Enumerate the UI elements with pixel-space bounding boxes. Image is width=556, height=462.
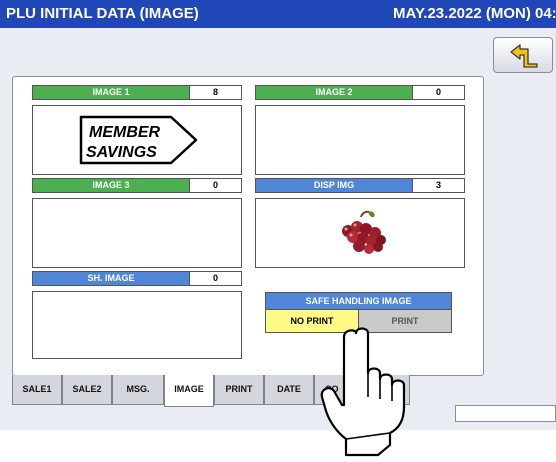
screen: PLU INITIAL DATA (IMAGE) MAY.23.2022 (MO…	[0, 0, 556, 430]
sh-image-preview[interactable]	[32, 291, 242, 359]
image1-text-line1: MEMBER	[89, 124, 161, 141]
safe-handling-title: SAFE HANDLING IMAGE	[266, 293, 451, 310]
tab-print[interactable]: PRINT	[214, 375, 264, 405]
back-button[interactable]	[493, 37, 553, 73]
grapes-image	[342, 210, 386, 254]
sh-image-label: SH. IMAGE	[33, 272, 189, 285]
sh-image-value[interactable]: 0	[189, 272, 241, 285]
datetime: MAY.23.2022 (MON) 04:07	[393, 5, 556, 22]
bottom-input-field[interactable]	[455, 405, 556, 422]
image3-label: IMAGE 3	[33, 179, 189, 192]
image3-header[interactable]: IMAGE 3 0	[32, 178, 242, 193]
image1-preview[interactable]: MEMBER SAVINGS	[32, 105, 242, 175]
image2-header[interactable]: IMAGE 2 0	[255, 85, 465, 100]
tab-msg[interactable]: MSG.	[112, 375, 164, 405]
tab-sale1[interactable]: SALE1	[12, 375, 62, 405]
back-arrow-icon	[510, 44, 538, 68]
image1-value[interactable]: 8	[189, 86, 241, 99]
image2-label: IMAGE 2	[256, 86, 412, 99]
disp-img-label: DISP IMG	[256, 179, 412, 192]
disp-img-value[interactable]: 3	[412, 179, 464, 192]
image3-preview[interactable]	[32, 198, 242, 268]
image1-header[interactable]: IMAGE 1 8	[32, 85, 242, 100]
image2-value[interactable]: 0	[412, 86, 464, 99]
pointing-hand-icon	[320, 327, 406, 457]
image1-text-line2: SAVINGS	[86, 144, 157, 161]
image3-value[interactable]: 0	[189, 179, 241, 192]
image1-label: IMAGE 1	[33, 86, 189, 99]
disp-img-header[interactable]: DISP IMG 3	[255, 178, 465, 193]
disp-img-preview[interactable]	[255, 198, 465, 268]
page-title: PLU INITIAL DATA (IMAGE)	[6, 5, 199, 22]
tab-date[interactable]: DATE	[264, 375, 314, 405]
tab-sale2[interactable]: SALE2	[62, 375, 112, 405]
tab-image[interactable]: IMAGE	[164, 375, 214, 407]
sh-image-header[interactable]: SH. IMAGE 0	[32, 271, 242, 286]
image2-preview[interactable]	[255, 105, 465, 175]
title-bar: PLU INITIAL DATA (IMAGE) MAY.23.2022 (MO…	[0, 0, 556, 28]
member-savings-sign: MEMBER SAVINGS	[79, 115, 198, 165]
